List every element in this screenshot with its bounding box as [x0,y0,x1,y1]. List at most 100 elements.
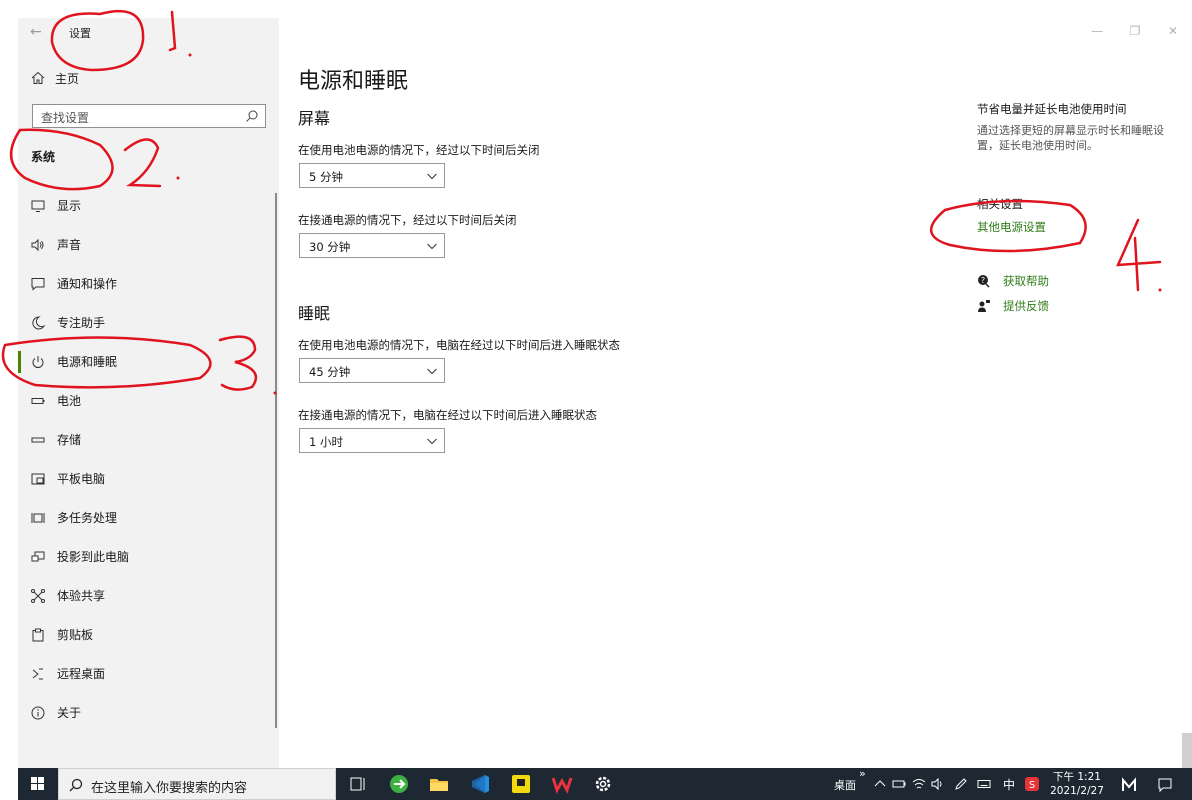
sidebar-item-label: 电源和睡眠 [57,355,118,369]
sidebar-item-storage[interactable]: 存储 [18,420,279,459]
sidebar-item-project[interactable]: 投影到此电脑 [18,537,279,576]
dropdown-value: 30 分钟 [309,240,351,254]
sidebar-item-display[interactable]: 显示 [18,186,279,225]
chevron-down-icon [427,173,437,180]
get-help-link[interactable]: ? 获取帮助 [977,273,1049,289]
sidebar-item-label: 声音 [57,238,82,252]
browser-app-icon[interactable] [388,773,410,795]
sound-icon [31,238,44,251]
search-icon[interactable] [245,109,259,123]
give-feedback-link[interactable]: 提供反馈 [977,298,1049,314]
sidebar-item-multitasking[interactable]: 多任务处理 [18,498,279,537]
home-nav-item[interactable]: 主页 [31,68,79,88]
moon-icon [32,315,45,329]
task-view-icon[interactable] [347,773,369,795]
display-icon [31,200,45,212]
tablet-icon [31,473,45,484]
restore-icon[interactable]: ❐ [1120,24,1150,40]
sidebar-item-battery[interactable]: 电池 [18,381,279,420]
sidebar-item-label: 通知和操作 [57,277,118,291]
chevron-down-icon [427,368,437,375]
close-icon[interactable]: ✕ [1158,24,1188,40]
section-title-sleep: 睡眠 [298,304,331,323]
power-icon [32,355,44,368]
sleep-battery-dropdown[interactable]: 45 分钟 [299,358,445,383]
dropdown-value: 1 小时 [309,435,343,449]
other-power-settings-link[interactable]: 其他电源设置 [977,219,1046,235]
dropdown-value: 5 分钟 [309,170,343,184]
volume-icon[interactable] [931,777,945,791]
get-help-label: 获取帮助 [1003,274,1049,288]
battery-tray-icon[interactable] [892,777,906,791]
title-bar: ← 设置 [18,18,279,46]
app-title: 设置 [69,27,91,40]
sidebar-item-label: 远程桌面 [57,667,106,681]
sidebar-item-clipboard[interactable]: 剪贴板 [18,615,279,654]
home-label: 主页 [55,71,80,86]
sidebar-item-tablet[interactable]: 平板电脑 [18,459,279,498]
start-button[interactable] [18,768,58,800]
sidebar-item-remote-desktop[interactable]: 远程桌面 [18,654,279,693]
pen-icon[interactable] [954,777,968,791]
sidebar-item-sound[interactable]: 声音 [18,225,279,264]
ime-indicator[interactable]: 中 [1003,776,1015,793]
sogou-ime-icon[interactable]: S [1025,777,1039,791]
sidebar-item-label: 专注助手 [57,316,106,330]
wifi-icon[interactable] [912,777,926,791]
screen-battery-dropdown[interactable]: 5 分钟 [299,163,445,188]
sleep-plugged-dropdown[interactable]: 1 小时 [299,428,445,453]
sidebar-item-about[interactable]: 关于 [18,693,279,732]
sleep-battery-label: 在使用电池电源的情况下，电脑在经过以下时间后进入睡眠状态 [298,338,620,352]
search-icon [69,778,83,792]
taskbar-search-placeholder: 在这里输入你要搜索的内容 [91,781,248,796]
main-content: — ❐ ✕ 电源和睡眠 屏幕 在使用电池电源的情况下，经过以下时间后关闭 5 分… [279,18,1192,768]
window-scrollbar[interactable] [1182,733,1192,769]
file-explorer-icon[interactable] [428,773,450,795]
notification-icon [31,277,45,291]
sidebar-item-focus-assist[interactable]: 专注助手 [18,303,279,342]
action-center-icon[interactable] [1157,777,1173,793]
sidebar-item-label: 多任务处理 [57,511,118,525]
sidebar-item-notifications[interactable]: 通知和操作 [18,264,279,303]
sidebar-item-label: 平板电脑 [57,472,106,486]
screen-battery-label: 在使用电池电源的情况下，经过以下时间后关闭 [298,143,540,157]
sidebar-item-label: 投影到此电脑 [57,550,130,564]
page-title: 电源和睡眠 [298,69,409,94]
settings-search-input[interactable]: 查找设置 [32,104,266,128]
give-feedback-label: 提供反馈 [1003,299,1049,313]
feedback-person-icon [978,300,990,312]
sidebar-item-label: 存储 [57,433,82,447]
sidebar-item-label: 电池 [57,394,82,408]
meeting-app-icon[interactable] [1121,777,1137,793]
taskbar-clock[interactable]: 下午 1:21 2021/2/27 [1042,770,1112,798]
sidebar-item-power-sleep[interactable]: 电源和睡眠 [18,342,279,381]
player-app-icon[interactable] [510,773,532,795]
battery-icon [31,397,45,404]
project-icon [31,551,45,561]
sidebar-item-label: 显示 [57,199,82,213]
section-title-screen: 屏幕 [298,109,331,128]
clipboard-icon [32,628,44,641]
sidebar-item-shared-experiences[interactable]: 体验共享 [18,576,279,615]
svg-text:?: ? [981,276,985,285]
remote-desktop-icon [32,668,43,679]
sidebar-scrollbar[interactable] [275,193,277,728]
taskbar: 在这里输入你要搜索的内容 桌面 » 中 S 下午 1:21 2021/2/27 [18,767,1192,800]
chevron-up-icon[interactable] [873,777,887,791]
toolbar-overflow-icon[interactable]: » [859,767,866,780]
search-placeholder: 查找设置 [41,111,90,125]
wps-office-icon[interactable] [551,773,573,795]
sleep-plugged-label: 在接通电源的情况下，电脑在经过以下时间后进入睡眠状态 [298,408,597,422]
settings-window: ← 设置 主页 查找设置 系统 显示 声音 通知和操作 专注助手 电源和睡眠 电… [18,18,1192,768]
chevron-down-icon [427,243,437,250]
minimize-icon[interactable]: — [1082,24,1112,40]
storage-icon [31,437,45,442]
desktop-toolbar-label[interactable]: 桌面 [834,777,856,793]
taskbar-search-input[interactable]: 在这里输入你要搜索的内容 [58,768,336,800]
keyboard-icon[interactable] [977,777,991,791]
settings-gear-icon[interactable] [592,773,614,795]
vscode-icon[interactable] [469,773,491,795]
sidebar-nav: 显示 声音 通知和操作 专注助手 电源和睡眠 电池 存储 平板电脑 多任务处理 … [18,186,279,732]
screen-plugged-dropdown[interactable]: 30 分钟 [299,233,445,258]
back-arrow-icon[interactable]: ← [30,23,48,41]
